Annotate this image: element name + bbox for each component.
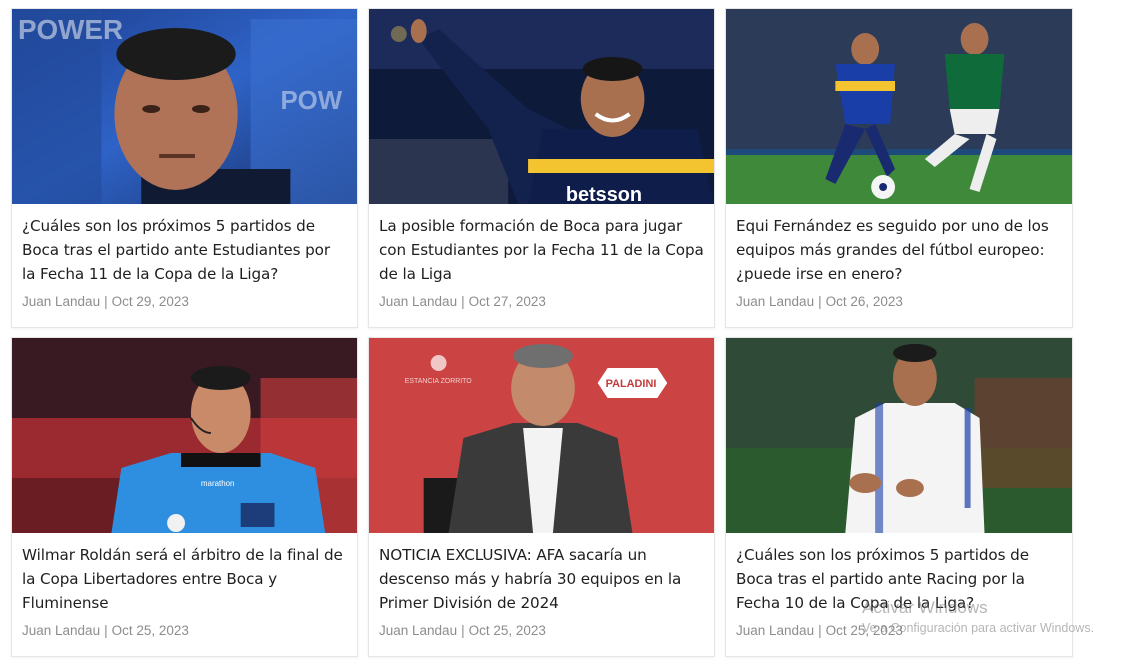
article-title[interactable]: Wilmar Roldán será el árbitro de la fina…	[22, 543, 347, 615]
article-meta: Juan Landau | Oct 29, 2023	[22, 294, 347, 309]
article-card[interactable]: Equi Fernández es seguido por uno de los…	[725, 8, 1073, 328]
article-date: Oct 25, 2023	[825, 623, 903, 638]
svg-text:betsson: betsson	[566, 184, 642, 204]
article-title[interactable]: La posible formación de Boca para jugar …	[379, 214, 704, 286]
svg-text:marathon: marathon	[201, 479, 235, 488]
meta-separator: |	[818, 294, 822, 309]
article-title[interactable]: NOTICIA EXCLUSIVA: AFA sacaría un descen…	[379, 543, 704, 615]
article-grid: POWER POW ¿Cuáles son los próximos 5 par…	[11, 8, 1073, 657]
article-author[interactable]: Juan Landau	[22, 623, 100, 638]
article-date: Oct 29, 2023	[111, 294, 189, 309]
article-title[interactable]: ¿Cuáles son los próximos 5 partidos de B…	[22, 214, 347, 286]
article-author[interactable]: Juan Landau	[379, 623, 457, 638]
article-author[interactable]: Juan Landau	[22, 294, 100, 309]
meta-separator: |	[104, 623, 108, 638]
article-image[interactable]	[726, 338, 1072, 533]
article-author[interactable]: Juan Landau	[736, 623, 814, 638]
article-meta: Juan Landau | Oct 25, 2023	[736, 623, 1062, 638]
article-author[interactable]: Juan Landau	[379, 294, 457, 309]
article-card[interactable]: POWER POW ¿Cuáles son los próximos 5 par…	[11, 8, 358, 328]
article-meta: Juan Landau | Oct 26, 2023	[736, 294, 1062, 309]
article-meta: Juan Landau | Oct 25, 2023	[22, 623, 347, 638]
meta-separator: |	[461, 623, 465, 638]
article-card[interactable]: betsson La posible formación de Boca par…	[368, 8, 715, 328]
article-card[interactable]: ESTANCIA ZORRITO PALADINI NOTICIA EXCLUS…	[368, 337, 715, 657]
article-card[interactable]: ¿Cuáles son los próximos 5 partidos de B…	[725, 337, 1073, 657]
svg-text:POW: POW	[280, 87, 342, 115]
article-title[interactable]: Equi Fernández es seguido por uno de los…	[736, 214, 1062, 286]
article-date: Oct 25, 2023	[111, 623, 189, 638]
article-image[interactable]: POWER POW	[12, 9, 357, 204]
article-meta: Juan Landau | Oct 25, 2023	[379, 623, 704, 638]
svg-text:ESTANCIA ZORRITO: ESTANCIA ZORRITO	[405, 378, 472, 385]
meta-separator: |	[461, 294, 465, 309]
meta-separator: |	[104, 294, 108, 309]
article-title[interactable]: ¿Cuáles son los próximos 5 partidos de B…	[736, 543, 1062, 615]
article-date: Oct 26, 2023	[825, 294, 903, 309]
svg-text:POWER: POWER	[18, 14, 123, 45]
article-image[interactable]: marathon	[12, 338, 357, 533]
article-meta: Juan Landau | Oct 27, 2023	[379, 294, 704, 309]
meta-separator: |	[818, 623, 822, 638]
article-author[interactable]: Juan Landau	[736, 294, 814, 309]
article-image[interactable]: ESTANCIA ZORRITO PALADINI	[369, 338, 714, 533]
article-card[interactable]: marathon Wilmar Roldán será el árbitro d…	[11, 337, 358, 657]
article-date: Oct 25, 2023	[468, 623, 546, 638]
article-image[interactable]	[726, 9, 1072, 204]
article-image[interactable]: betsson	[369, 9, 714, 204]
article-date: Oct 27, 2023	[468, 294, 546, 309]
svg-text:PALADINI: PALADINI	[606, 378, 657, 390]
